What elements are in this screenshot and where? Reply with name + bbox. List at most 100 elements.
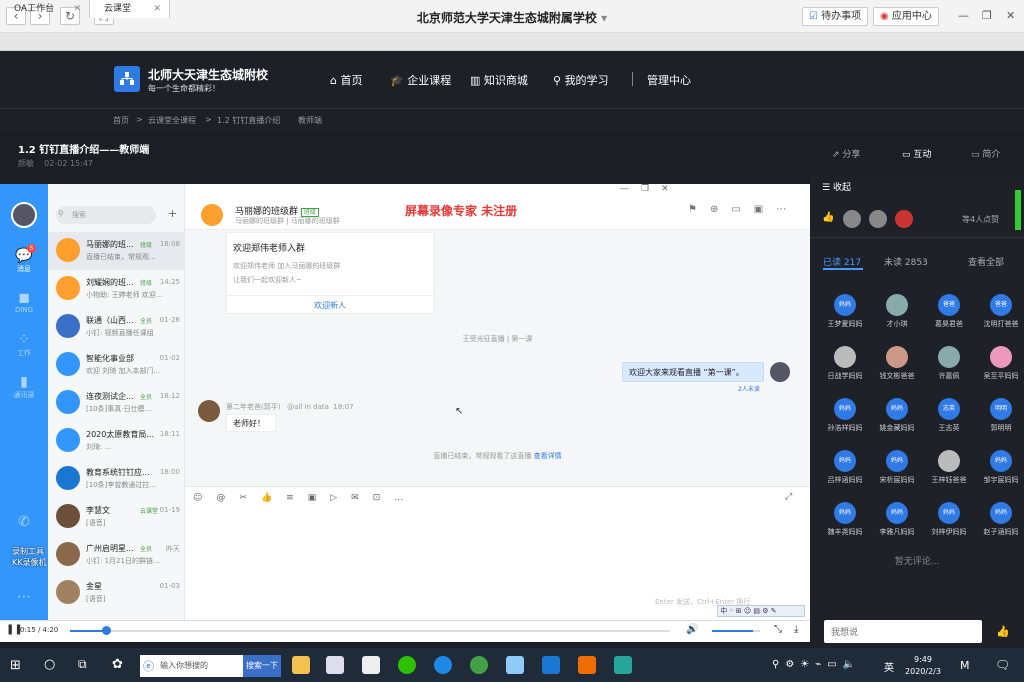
breadcrumb-course[interactable]: 1.2 钉钉直播介绍 xyxy=(217,115,280,126)
composer-tool-icon[interactable]: ⊡ xyxy=(373,493,381,503)
viewer-item[interactable]: 志英 王志英 xyxy=(924,398,974,433)
sidebar-item-messages[interactable]: 💬 消息 xyxy=(0,248,48,274)
taskbar-search-button[interactable]: 搜索一下 xyxy=(243,655,281,677)
viewer-item[interactable]: 妈妈 李雅凡妈妈 xyxy=(872,502,922,537)
viewer-item[interactable]: 妈妈 邹宇宸妈妈 xyxy=(976,450,1024,485)
viewer-item[interactable]: 妈妈 王梦夏妈妈 xyxy=(820,294,870,329)
app-icon[interactable]: ✿ xyxy=(112,657,123,672)
exit-fullscreen-icon[interactable]: ⤡ xyxy=(774,624,782,635)
app-icon[interactable] xyxy=(506,656,524,674)
app-icon[interactable]: M xyxy=(960,659,970,672)
phone-icon[interactable]: ✆ xyxy=(0,514,48,530)
nav-my-learning[interactable]: ⚲ 我的学习 xyxy=(553,72,609,88)
minimize-icon[interactable]: — xyxy=(958,9,969,22)
viewer-item[interactable]: 爸爸 沈明打爸爸 xyxy=(976,294,1024,329)
list-item[interactable]: 李慧文 云课堂 01-19 [语音] xyxy=(48,498,184,536)
360-browser-icon[interactable] xyxy=(470,656,488,674)
viewer-item[interactable]: 王梓钰爸爸 xyxy=(924,450,974,485)
tab-oa[interactable]: OA工作台 ✕ xyxy=(0,0,90,18)
nav-management[interactable]: 管理中心 xyxy=(647,72,691,88)
composer-tool-icon[interactable]: ☺ xyxy=(193,493,202,503)
breadcrumb-home[interactable]: 首页 xyxy=(113,115,129,126)
video-player[interactable]: 💬 消息 5 ◼ DING ⁘ 工作 ▮ 通讯录 ✆ ⋯ 搜索 ⚲ + 马丽娜的班...… xyxy=(0,184,810,620)
more-icon[interactable]: ⋯ xyxy=(0,589,48,605)
read-receipt[interactable]: 2人未读 xyxy=(738,384,760,393)
interact-button[interactable]: ▭ 互动 xyxy=(902,147,931,160)
taskbar-search-input[interactable]: 输入你想搜的 xyxy=(140,655,243,677)
avatar[interactable] xyxy=(11,202,37,228)
viewer-item[interactable]: 妈妈 宋析宸妈妈 xyxy=(872,450,922,485)
composer-tool-icon[interactable]: ✂ xyxy=(239,493,247,503)
thumbs-up-icon[interactable]: 👍 xyxy=(822,212,834,223)
comment-input[interactable] xyxy=(824,620,982,643)
like-button-icon[interactable]: 👍 xyxy=(996,625,1010,638)
viewer-item[interactable]: 吴至平妈妈 xyxy=(976,346,1024,381)
list-item[interactable]: 金星 01-03 [语音] xyxy=(48,574,184,612)
collapse-button[interactable]: ☰ 收起 xyxy=(822,180,851,193)
tab-unread[interactable]: 未读 2853 xyxy=(884,255,928,268)
windows-start-icon[interactable]: ⊞ xyxy=(10,658,21,673)
list-item[interactable]: 连夜测试企... 全员 18:12 [10条]事真·日仕模... xyxy=(48,384,184,422)
avatar[interactable] xyxy=(198,400,220,422)
powerpoint-icon[interactable] xyxy=(578,656,596,674)
nav-knowledge-store[interactable]: ▥ 知识商城 xyxy=(470,72,528,88)
viewer-item[interactable]: 妈妈 姚金藏妈妈 xyxy=(872,398,922,433)
sidebar-item-work[interactable]: ⁘ 工作 xyxy=(0,332,48,358)
dingtalk-icon[interactable] xyxy=(542,656,560,674)
list-item[interactable]: 刘耀娴的班... 班级 14:25 小物助: 王婷老师 欢迎... xyxy=(48,270,184,308)
list-item[interactable]: 马丽娜的班... 班级 18:08 直播已结束，常规观... xyxy=(48,232,184,270)
tab-read[interactable]: 已读 217 xyxy=(823,255,861,268)
restore-icon[interactable]: ❐ xyxy=(982,9,992,22)
sidebar-item-ding[interactable]: ◼ DING xyxy=(0,290,48,314)
task-view-icon[interactable]: ⧉ xyxy=(78,657,87,672)
progress-handle[interactable] xyxy=(102,626,111,635)
viewer-item[interactable]: 妈妈 赵子涵妈妈 xyxy=(976,502,1024,537)
intro-button[interactable]: ▭ 简介 xyxy=(971,147,1000,160)
nav-home[interactable]: ⌂ 首页 xyxy=(330,72,362,88)
folder-icon[interactable] xyxy=(292,656,310,674)
close-tab-icon[interactable]: ✕ xyxy=(73,0,81,18)
composer-tool-icon[interactable]: … xyxy=(394,493,403,503)
expand-icon[interactable]: ⤢ xyxy=(785,492,792,502)
breadcrumb-all-courses[interactable]: 云课堂全课程 xyxy=(148,115,196,126)
composer-tool-icon[interactable]: @ xyxy=(216,493,225,503)
viewer-item[interactable]: 才小琪 xyxy=(872,294,922,329)
list-item[interactable]: 教育系统钉钉应... 18:00 [10条]李曾教通过拉... xyxy=(48,460,184,498)
list-item[interactable]: 广州启明星... 全员 昨天 小钉: 1月21日的群链... xyxy=(48,536,184,574)
logo-icon[interactable] xyxy=(114,66,140,92)
ime-indicator[interactable]: 英 xyxy=(884,659,894,674)
mail-icon[interactable] xyxy=(362,656,380,674)
app-center-button[interactable]: ◉ 应用中心 xyxy=(873,7,939,26)
download-icon[interactable]: ⤓ xyxy=(794,624,798,635)
nav-courses[interactable]: 🎓 企业课程 xyxy=(390,72,451,88)
add-button[interactable]: + xyxy=(168,207,177,220)
composer-tool-icon[interactable]: ≡ xyxy=(286,493,294,503)
list-item[interactable]: 2020太原教育局... 18:11 刘琦: ... xyxy=(48,422,184,460)
viewer-item[interactable]: 妈妈 孙浩祥妈妈 xyxy=(820,398,870,433)
system-tray-icons[interactable]: ⚲⚙☀⌁▭🔈 xyxy=(772,659,861,670)
group-avatar[interactable] xyxy=(201,204,223,226)
composer-tool-icon[interactable]: ▣ xyxy=(308,493,317,503)
close-tab-icon[interactable]: ✕ xyxy=(153,0,161,18)
viewer-item[interactable]: 日战学妈妈 xyxy=(820,346,870,381)
window-controls[interactable]: —❐✕ xyxy=(620,184,681,194)
store-icon[interactable] xyxy=(326,656,344,674)
wechat-icon[interactable] xyxy=(398,656,416,674)
share-button[interactable]: ⇗ 分享 xyxy=(832,147,860,160)
avatar[interactable] xyxy=(770,362,790,382)
composer-tool-icon[interactable]: 👍 xyxy=(261,493,272,503)
todo-button[interactable]: ☑ 待办事项 xyxy=(802,7,869,26)
composer-tool-icon[interactable]: ▷ xyxy=(330,493,337,503)
notification-icon[interactable]: 🗨 xyxy=(995,658,1010,672)
close-icon[interactable]: ✕ xyxy=(1006,9,1015,22)
view-all-link[interactable]: 查看全部 xyxy=(968,255,1004,268)
edge-icon[interactable] xyxy=(434,656,452,674)
cortana-icon[interactable]: ○ xyxy=(44,657,55,672)
progress-bar[interactable] xyxy=(70,630,670,632)
chat-tools[interactable]: ⚑⊕▭▣⋯ xyxy=(688,204,799,215)
viewer-item[interactable]: 明明 郭明明 xyxy=(976,398,1024,433)
volume-icon[interactable]: 🔊 xyxy=(686,624,698,635)
taskbar-clock[interactable]: 9:49 2020/2/3 xyxy=(900,654,946,678)
list-item[interactable]: 联通（山西... 全员 01-26 小钉: 视频直播任课组 xyxy=(48,308,184,346)
viewer-item[interactable]: 许嘉佩 xyxy=(924,346,974,381)
